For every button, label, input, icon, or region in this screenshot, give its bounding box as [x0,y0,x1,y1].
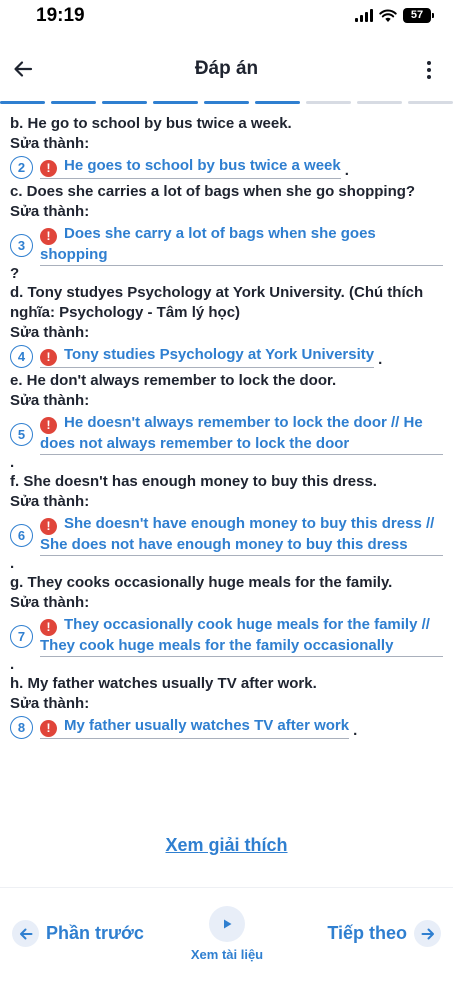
answer-row: 7! They occasionally cook huge meals for … [10,615,443,657]
wifi-icon [379,9,397,22]
answer-text: He goes to school by bus twice a week [64,157,341,174]
warning-icon: ! [40,720,57,737]
answer-text: Does she carry a lot of bags when she go… [40,225,376,263]
question-number-badge: 4 [10,345,33,368]
fix-label: Sửa thành: [10,493,90,510]
answer-text: Tony studies Psychology at York Universi… [64,346,375,363]
question-number-badge: 8 [10,716,33,739]
question-number-badge: 3 [10,233,33,257]
status-time: 19:19 [36,5,85,26]
question-number-badge: 5 [10,422,33,446]
answer-field[interactable]: ! Tony studies Psychology at York Univers… [40,345,375,368]
fix-label: Sửa thành: [10,324,90,341]
progress-segment [255,101,300,104]
warning-icon: ! [40,228,57,245]
question-number-badge: 2 [10,156,33,179]
answer-text: He doesn't always remember to lock the d… [40,414,423,452]
question-number-badge: 6 [10,523,33,547]
answer-row: 2! He goes to school by bus twice a week. [10,156,443,179]
answer-row: 8! My father usually watches TV after wor… [10,716,443,739]
answer-punctuation: . [10,555,15,572]
warning-icon: ! [40,619,57,636]
answer-field[interactable]: ! She doesn't have enough money to buy th… [40,514,443,556]
answer-punctuation: . [378,351,383,368]
progress-segment [153,101,198,104]
answer-row: 4! Tony studies Psychology at York Univer… [10,345,443,368]
answer-item: e. He don't always remember to lock the … [10,371,443,471]
answer-item: b. He go to school by bus twice a week. S… [10,114,443,179]
question-text: g. They cooks occasionally huge meals fo… [10,574,393,591]
answer-text: She doesn't have enough money to buy thi… [40,515,435,553]
cellular-signal-icon [355,9,373,22]
fix-label: Sửa thành: [10,392,90,409]
answer-row: 5! He doesn't always remember to lock the… [10,413,443,455]
progress-segment [408,101,453,104]
answer-punctuation: . [353,722,358,739]
progress-bar [0,101,453,104]
answer-item: g. They cooks occasionally huge meals fo… [10,573,443,673]
next-label: Tiếp theo [327,923,407,943]
question-text: f. She doesn't has enough money to buy t… [10,473,377,490]
view-documents-button[interactable]: Xem tài liệu [186,906,268,962]
page-title: Đáp án [194,58,259,79]
back-arrow-icon [14,61,33,77]
question-text: h. My father watches usually TV after wo… [10,675,317,692]
question-text: d. Tony studyes Psychology at York Unive… [10,284,424,321]
answer-punctuation: ? [10,265,20,282]
answer-field[interactable]: ! He goes to school by bus twice a week [40,156,341,179]
progress-segment [51,101,96,104]
previous-label: Phần trước [46,923,144,943]
question-text: b. He go to school by bus twice a week. [10,115,292,132]
answer-field[interactable]: ! Does she carry a lot of bags when she g… [40,224,443,266]
fix-label: Sửa thành: [10,135,90,152]
progress-segment [306,101,351,104]
question-number-badge: 7 [10,624,33,648]
view-documents-label: Xem tài liệu [190,947,264,962]
arrow-right-icon [414,920,441,947]
arrow-left-icon [12,920,39,947]
answer-item: d. Tony studyes Psychology at York Unive… [10,283,443,368]
view-explanation-link[interactable]: Xem giải thích [0,835,453,856]
question-text: e. He don't always remember to lock the … [10,372,337,389]
progress-segment [357,101,402,104]
status-bar: 19:19 57 [0,0,453,36]
progress-segment [204,101,249,104]
fix-label: Sửa thành: [10,695,90,712]
answer-punctuation: . [10,656,15,673]
header: Đáp án [0,48,453,92]
fix-label: Sửa thành: [10,594,90,611]
answer-text: They occasionally cook huge meals for th… [40,616,430,654]
status-icons: 57 [355,8,434,23]
answer-row: 3! Does she carry a lot of bags when she … [10,224,443,266]
back-button[interactable] [8,54,38,84]
warning-icon: ! [40,349,57,366]
answer-item: c. Does she carries a lot of bags when s… [10,182,443,282]
answer-item: h. My father watches usually TV after wo… [10,674,443,739]
answer-row: 6! She doesn't have enough money to buy t… [10,514,443,556]
answer-field[interactable]: ! They occasionally cook huge meals for t… [40,615,443,657]
battery-icon: 57 [403,8,434,23]
fix-label: Sửa thành: [10,203,90,220]
footer-divider [0,887,453,888]
next-button[interactable]: Tiếp theo [327,920,441,947]
answer-punctuation: . [344,162,349,179]
answer-field[interactable]: ! He doesn't always remember to lock the … [40,413,443,455]
answer-punctuation: . [10,454,15,471]
previous-button[interactable]: Phần trước [12,920,144,947]
more-vertical-icon [427,61,431,79]
warning-icon: ! [40,160,57,177]
question-text: c. Does she carries a lot of bags when s… [10,183,416,200]
warning-icon: ! [40,417,57,434]
answer-item: f. She doesn't has enough money to buy t… [10,472,443,572]
warning-icon: ! [40,518,57,535]
progress-segment [102,101,147,104]
more-options-button[interactable] [419,56,439,84]
answer-list: b. He go to school by bus twice a week. S… [0,114,453,742]
footer: Phần trước Xem tài liệu Tiếp theo [0,896,453,976]
answer-field[interactable]: ! My father usually watches TV after work [40,716,350,739]
progress-segment [0,101,45,104]
answer-text: My father usually watches TV after work [64,717,350,734]
play-icon [209,906,245,942]
